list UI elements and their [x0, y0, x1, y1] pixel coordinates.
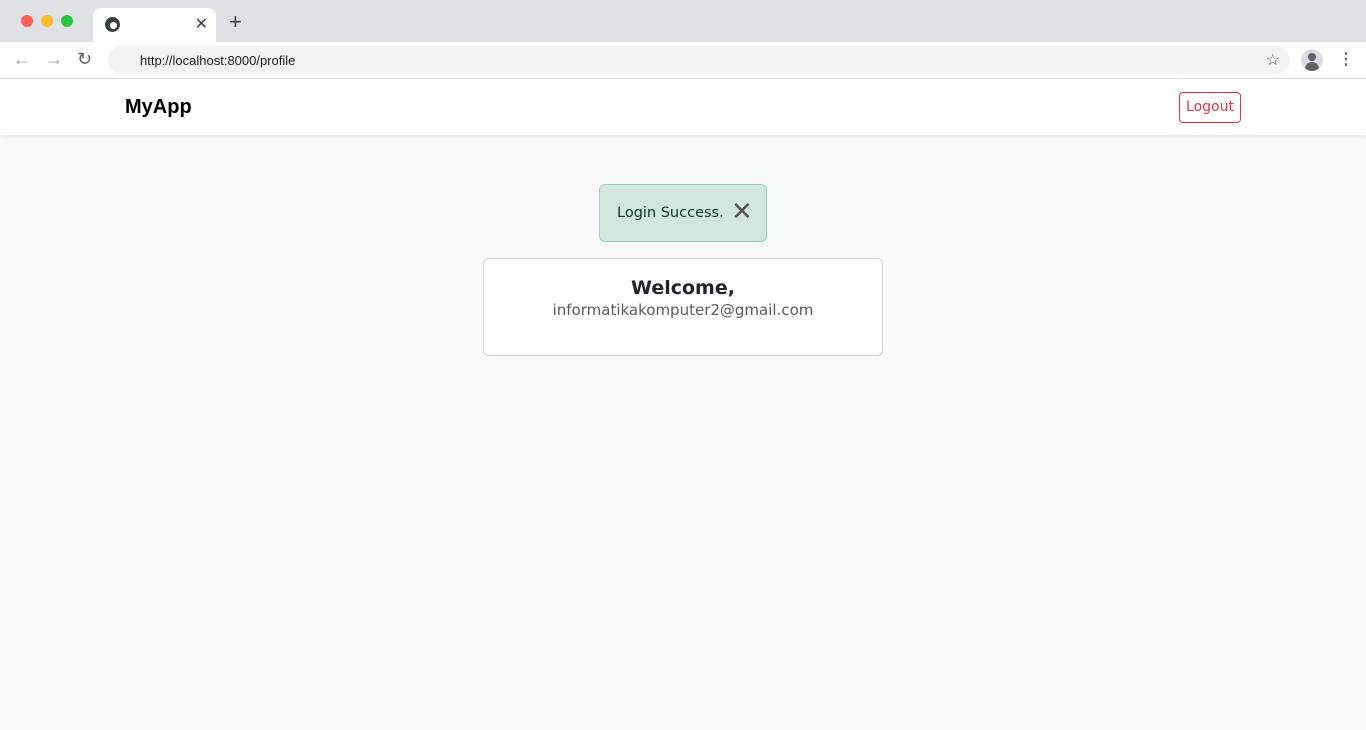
window-maximize-button[interactable]	[61, 15, 73, 27]
user-email: informatikakomputer2@gmail.com	[552, 301, 814, 319]
welcome-title: Welcome,	[631, 277, 735, 299]
back-icon[interactable]: ←	[13, 49, 31, 70]
browser-toolbar: ← → ↻ http://localhost:8000/profile ☆ ⋮	[0, 42, 1366, 79]
browser-tab-bar: ✕ +	[0, 0, 1366, 42]
success-alert: Login Success. ✕	[599, 184, 767, 242]
chrome-favicon-icon	[105, 17, 120, 32]
bookmark-star-icon[interactable]: ☆	[1266, 50, 1280, 70]
tab-close-icon[interactable]: ✕	[195, 14, 208, 34]
close-icon[interactable]: ✕	[731, 198, 753, 224]
reload-icon[interactable]: ↻	[77, 49, 92, 70]
address-bar[interactable]: http://localhost:8000/profile ☆	[108, 46, 1290, 74]
alert-message: Login Success.	[617, 205, 724, 221]
welcome-card: Welcome, informatikakomputer2@gmail.com	[483, 258, 883, 356]
url-text[interactable]: http://localhost:8000/profile	[140, 53, 295, 68]
browser-menu-icon[interactable]: ⋮	[1338, 49, 1354, 69]
new-tab-button[interactable]: +	[229, 11, 242, 33]
app-navbar: MyApp Logout	[0, 79, 1366, 135]
logout-button[interactable]: Logout	[1179, 92, 1241, 123]
brand-logo[interactable]: MyApp	[125, 96, 192, 119]
browser-tab[interactable]: ✕	[93, 8, 216, 42]
window-close-button[interactable]	[21, 15, 33, 27]
profile-avatar-icon[interactable]	[1301, 49, 1323, 71]
window-minimize-button[interactable]	[41, 15, 53, 27]
forward-icon[interactable]: →	[45, 49, 63, 70]
